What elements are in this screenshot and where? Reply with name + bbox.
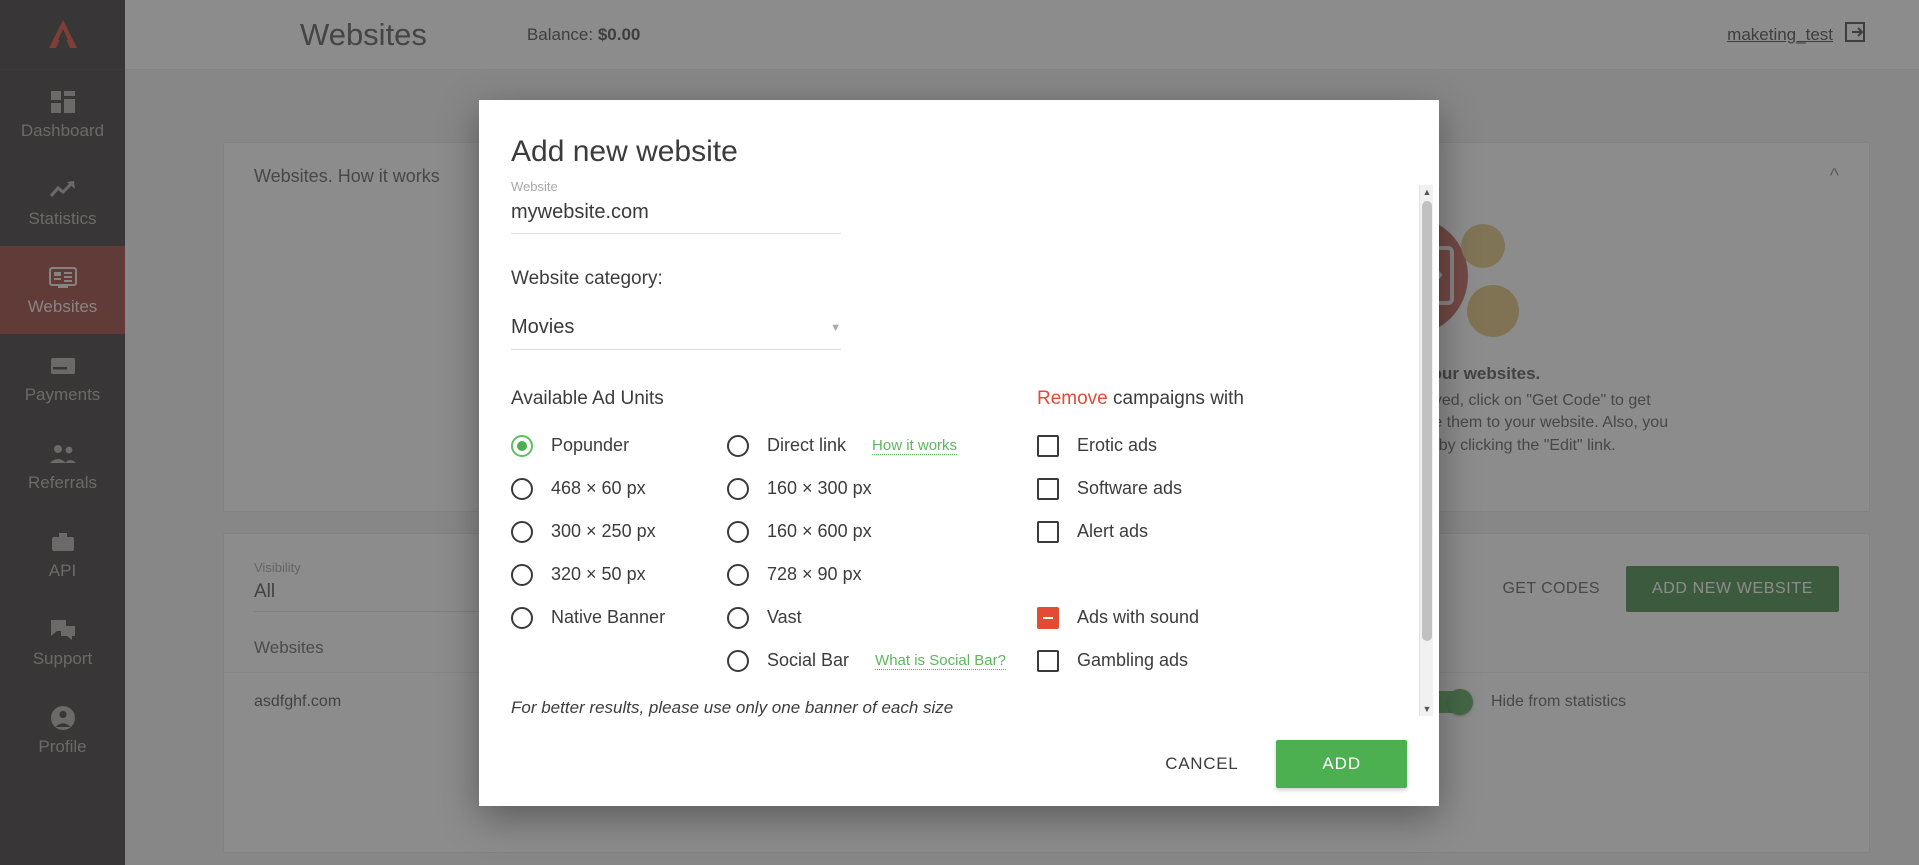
option-label: Popunder (551, 435, 630, 455)
option-label: Vast (767, 607, 802, 627)
option-label: Ads with sound (1077, 607, 1200, 627)
radio-728x90[interactable]: 728 × 90 px (727, 553, 1037, 596)
website-category-select[interactable]: Movies ▼ (511, 316, 841, 350)
option-label: Alert ads (1077, 521, 1149, 541)
radio-300x250[interactable]: 300 × 250 px (511, 510, 727, 553)
radio-indicator (511, 563, 533, 586)
ad-units-section: Available Ad Units Popunder 468 × 60 px … (511, 388, 1383, 682)
website-category-value: Movies (511, 316, 575, 338)
option-label: Software ads (1077, 478, 1183, 498)
radio-indicator (727, 434, 749, 457)
modal-title: Add new website (511, 135, 738, 168)
radio-indicator (511, 520, 533, 543)
radio-468x60[interactable]: 468 × 60 px (511, 467, 727, 510)
remove-campaigns-title: Remove campaigns with (1037, 388, 1337, 412)
radio-popunder[interactable]: Popunder (511, 424, 727, 467)
radio-indicator (727, 520, 749, 543)
remove-campaigns-column: Remove campaigns with Erotic ads Softwar… (1037, 388, 1337, 682)
ad-units-title: Available Ad Units (511, 388, 664, 409)
modal-scroll-area: Website Website category: Movies ▼ Avail… (511, 179, 1407, 722)
ad-units-column-two-spacer (727, 388, 1037, 412)
website-field-group: Website (511, 179, 1383, 234)
website-category-label: Website category: (511, 268, 663, 289)
how-it-works-link[interactable]: How it works (872, 437, 958, 455)
checkbox-software-ads[interactable]: Software ads (1037, 467, 1337, 510)
checkbox-indicator (1037, 606, 1059, 629)
modal-footer: CANCEL ADD (479, 722, 1439, 806)
radio-indicator (511, 477, 533, 500)
checkbox-indicator (1037, 520, 1059, 543)
radio-160x600[interactable]: 160 × 600 px (727, 510, 1037, 553)
checkbox-ads-with-sound[interactable]: Ads with sound (1037, 596, 1337, 639)
website-input[interactable] (511, 197, 841, 234)
option-label: Erotic ads (1077, 435, 1158, 455)
option-label: 728 × 90 px (767, 564, 862, 584)
ad-units-column-one: Available Ad Units Popunder 468 × 60 px … (511, 388, 727, 682)
modal-body: Website Website category: Movies ▼ Avail… (479, 179, 1439, 722)
option-label: 320 × 50 px (551, 564, 646, 584)
option-label: Gambling ads (1077, 650, 1189, 670)
cancel-button[interactable]: CANCEL (1155, 742, 1248, 786)
modal-scrollbar[interactable]: ▲ ▼ (1419, 185, 1433, 716)
radio-indicator (727, 649, 749, 672)
radio-320x50[interactable]: 320 × 50 px (511, 553, 727, 596)
checkbox-indicator (1037, 434, 1059, 457)
option-label: Direct link (767, 435, 847, 455)
radio-native-banner[interactable]: Native Banner (511, 596, 727, 639)
remove-accent: Remove (1037, 388, 1108, 409)
checkbox-indicator (1037, 477, 1059, 500)
checkbox-alert-ads[interactable]: Alert ads (1037, 510, 1337, 553)
radio-social-bar[interactable]: Social Bar What is Social Bar? (727, 639, 1037, 682)
caret-down-icon[interactable]: ▼ (1420, 702, 1434, 716)
radio-indicator (511, 606, 533, 629)
checkbox-indicator (1037, 649, 1059, 672)
add-website-modal: Add new website Website Website category… (479, 100, 1439, 806)
chevron-down-icon: ▼ (830, 321, 841, 334)
radio-direct-link[interactable]: Direct link How it works (727, 424, 1037, 467)
add-button[interactable]: ADD (1276, 740, 1407, 788)
option-label: 468 × 60 px (551, 478, 646, 498)
option-label: Social Bar (767, 650, 850, 670)
option-label: Native Banner (551, 607, 666, 627)
ad-units-column-two: Direct link How it works 160 × 300 px 16… (727, 388, 1037, 682)
radio-vast[interactable]: Vast (727, 596, 1037, 639)
radio-indicator (727, 606, 749, 629)
radio-160x300[interactable]: 160 × 300 px (727, 467, 1037, 510)
option-label: 300 × 250 px (551, 521, 656, 541)
radio-indicator (727, 477, 749, 500)
column-spacer (1037, 553, 1337, 596)
option-label: 160 × 300 px (767, 478, 872, 498)
remove-rest: campaigns with (1107, 388, 1244, 409)
radio-indicator (727, 563, 749, 586)
what-is-social-bar-link[interactable]: What is Social Bar? (875, 652, 1006, 670)
checkbox-erotic-ads[interactable]: Erotic ads (1037, 424, 1337, 467)
website-field-label: Website (511, 179, 558, 194)
scrollbar-thumb[interactable] (1422, 201, 1432, 641)
caret-up-icon[interactable]: ▲ (1420, 185, 1434, 199)
option-label: 160 × 600 px (767, 521, 872, 541)
radio-indicator (511, 434, 533, 457)
ad-units-footnote: For better results, please use only one … (511, 698, 954, 717)
checkbox-gambling-ads[interactable]: Gambling ads (1037, 639, 1337, 682)
